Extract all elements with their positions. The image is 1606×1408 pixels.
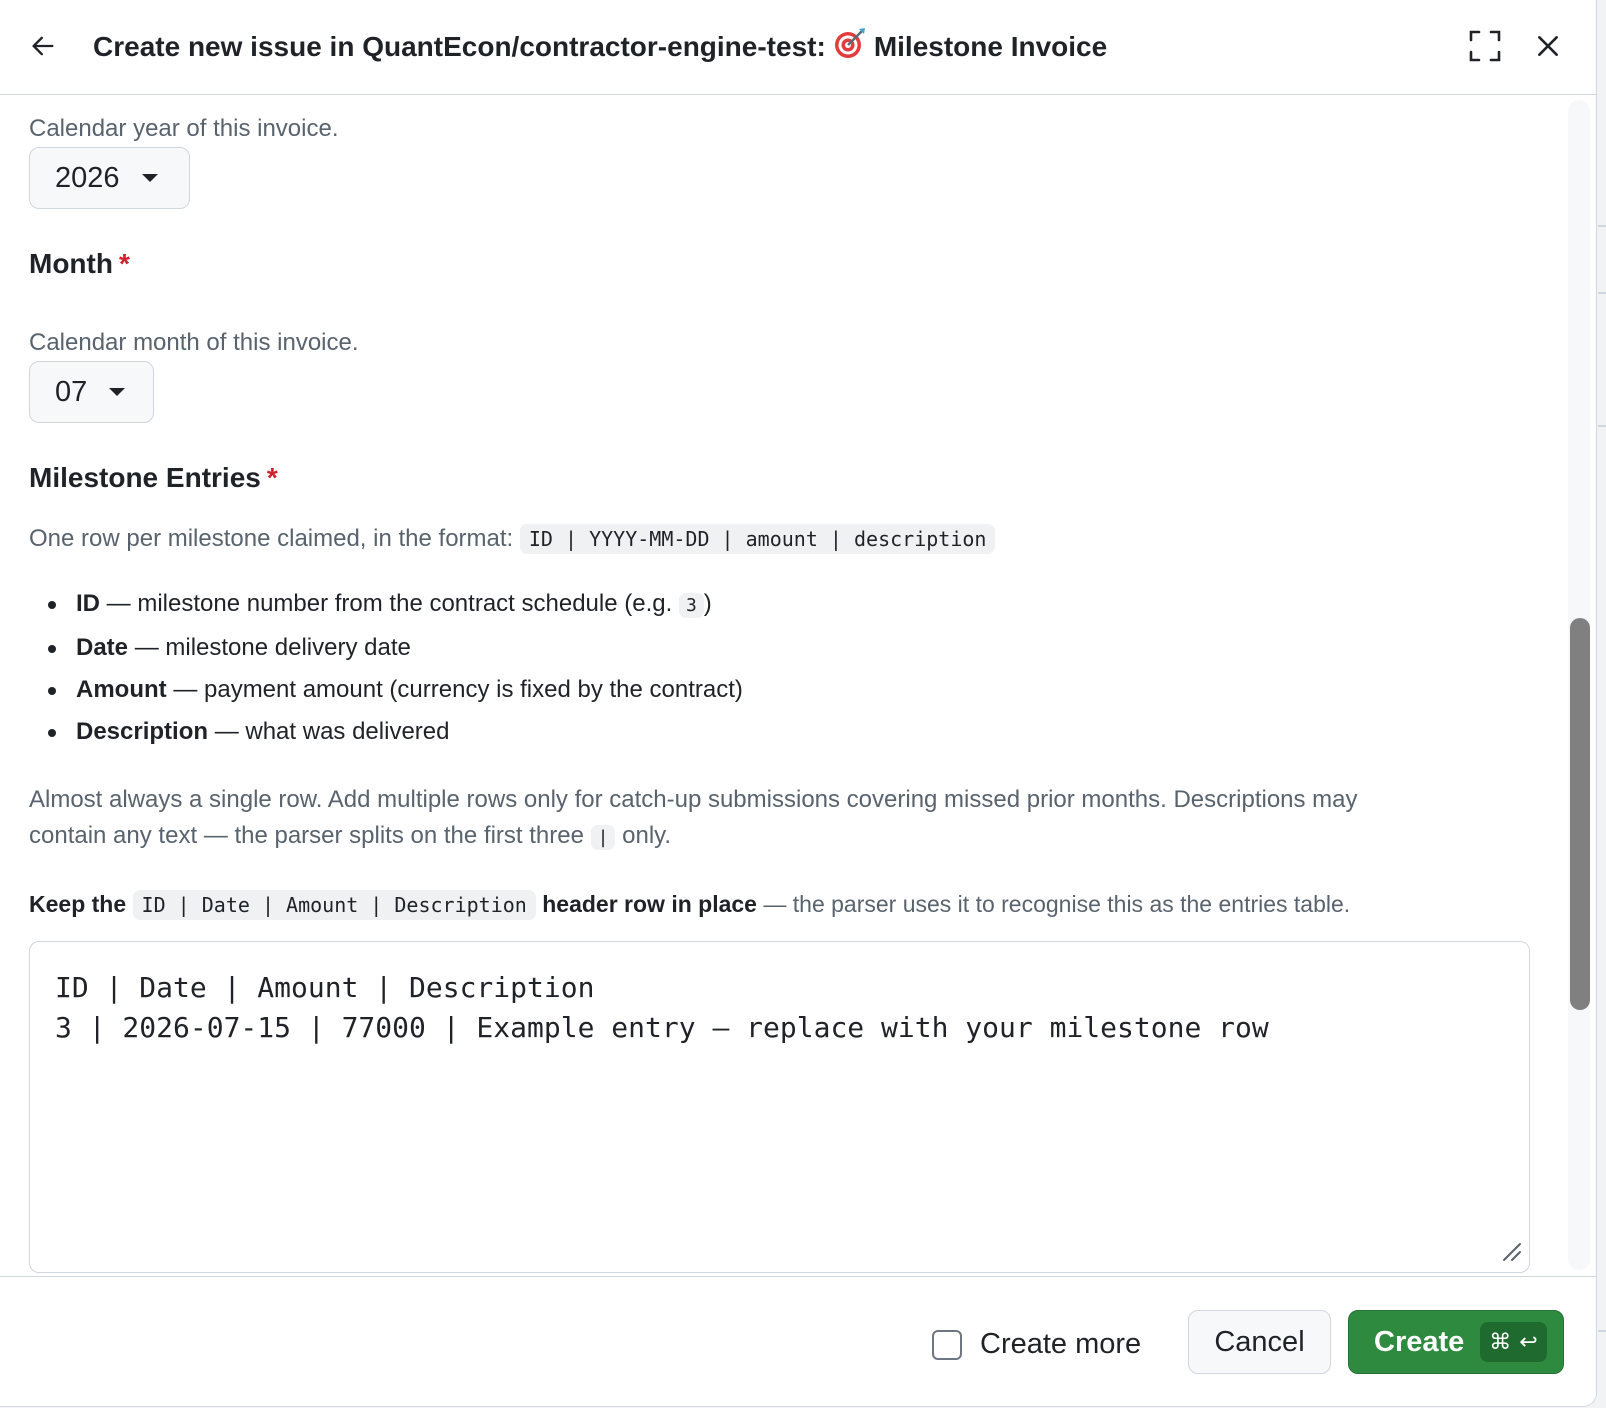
month-label-text: Month (29, 248, 113, 279)
background-divider (1598, 425, 1606, 427)
close-icon (1538, 36, 1558, 56)
month-select-value: 07 (55, 375, 88, 408)
target-icon (832, 26, 866, 71)
note-line-2: contain any text — the parser splits on … (29, 818, 671, 856)
list-item-desc: — milestone number from the contract sch… (100, 590, 679, 617)
note-line-2-pre: contain any text — the parser splits on … (29, 822, 584, 849)
list-item-term: Date (76, 634, 129, 661)
milestone-entries-textarea[interactable]: ID | Date | Amount | Description 3 | 202… (29, 941, 1530, 1273)
list-item-desc: — milestone delivery date (128, 634, 411, 661)
create-button[interactable]: Create ⌘ ↩ (1348, 1310, 1564, 1374)
triangle-down-icon (109, 388, 126, 396)
list-item-code: 3 (678, 593, 704, 618)
field-definitions-list: ID — milestone number from the contract … (46, 583, 743, 753)
list-item: Description — what was delivered (46, 711, 743, 753)
format-description: One row per milestone claimed, in the fo… (29, 521, 996, 557)
resize-grip-icon[interactable] (1500, 1240, 1522, 1262)
triangle-down-icon (141, 174, 158, 182)
milestone-entries-label: Milestone Entries * (29, 458, 278, 498)
list-item: ID — milestone number from the contract … (46, 583, 743, 627)
close-button[interactable] (1528, 26, 1568, 66)
background-divider (1598, 292, 1606, 294)
cancel-button[interactable]: Cancel (1188, 1310, 1331, 1374)
keep-post: — the parser uses it to recognise this a… (756, 891, 1351, 917)
list-item: Amount — payment amount (currency is fix… (46, 669, 743, 711)
note-line-1: Almost always a single row. Add multiple… (29, 786, 1358, 813)
list-item: Date — milestone delivery date (46, 627, 743, 669)
keep-code: ID | Date | Amount | Description (132, 890, 536, 920)
dialog-title-text: Create new issue in QuantEcon/contractor… (93, 30, 826, 62)
background-divider (1598, 225, 1606, 227)
list-item-desc: — what was delivered (208, 718, 450, 745)
enter-key-icon: ↩ (1519, 1329, 1538, 1354)
arrow-left-icon (32, 36, 54, 56)
month-help-text: Calendar month of this invoice. (29, 329, 359, 356)
required-marker: * (118, 248, 130, 279)
keep-bold: header row in place (542, 891, 757, 917)
scrollbar-thumb[interactable] (1570, 618, 1590, 1010)
template-name: Milestone Invoice (873, 30, 1108, 62)
keep-header-note: Keep the ID | Date | Amount | Descriptio… (29, 886, 1350, 923)
fullscreen-button[interactable] (1465, 26, 1505, 66)
create-button-label: Create (1374, 1325, 1465, 1358)
list-item-after: ) (703, 590, 712, 617)
create-more-option[interactable]: Create more (932, 1328, 1141, 1361)
milestone-entries-label-text: Milestone Entries (29, 462, 261, 493)
dialog-header: Create new issue in QuantEcon/contractor… (0, 0, 1596, 95)
command-key-icon: ⌘ (1489, 1329, 1512, 1354)
note-line-2-post: only. (622, 822, 672, 849)
background-divider (1598, 1330, 1606, 1332)
back-button[interactable] (26, 26, 60, 66)
dialog-title: Create new issue in QuantEcon/contractor… (93, 26, 1107, 71)
year-select[interactable]: 2026 (29, 147, 190, 209)
required-marker: * (266, 462, 278, 493)
create-more-label: Create more (980, 1328, 1142, 1360)
keep-pre: Keep the (29, 891, 127, 917)
list-item-term: Description (76, 718, 209, 745)
year-select-value: 2026 (55, 161, 120, 194)
dialog-footer: Create more Cancel Create ⌘ ↩ (0, 1276, 1596, 1406)
format-intro: One row per milestone claimed, in the fo… (29, 525, 514, 552)
year-help-text: Calendar year of this invoice. (29, 115, 339, 142)
keyboard-shortcut: ⌘ ↩ (1480, 1322, 1547, 1362)
create-issue-dialog: Create new issue in QuantEcon/contractor… (0, 0, 1597, 1407)
month-select[interactable]: 07 (29, 361, 154, 423)
list-item-term: Amount (76, 676, 167, 703)
fullscreen-icon (1469, 30, 1501, 62)
create-more-checkbox[interactable] (932, 1329, 962, 1360)
format-code: ID | YYYY-MM-DD | amount | description (519, 524, 996, 554)
month-label: Month * (29, 244, 130, 284)
list-item-term: ID (76, 590, 100, 617)
pipe-code: | (590, 825, 616, 850)
list-item-desc: — payment amount (currency is fixed by t… (166, 676, 743, 703)
